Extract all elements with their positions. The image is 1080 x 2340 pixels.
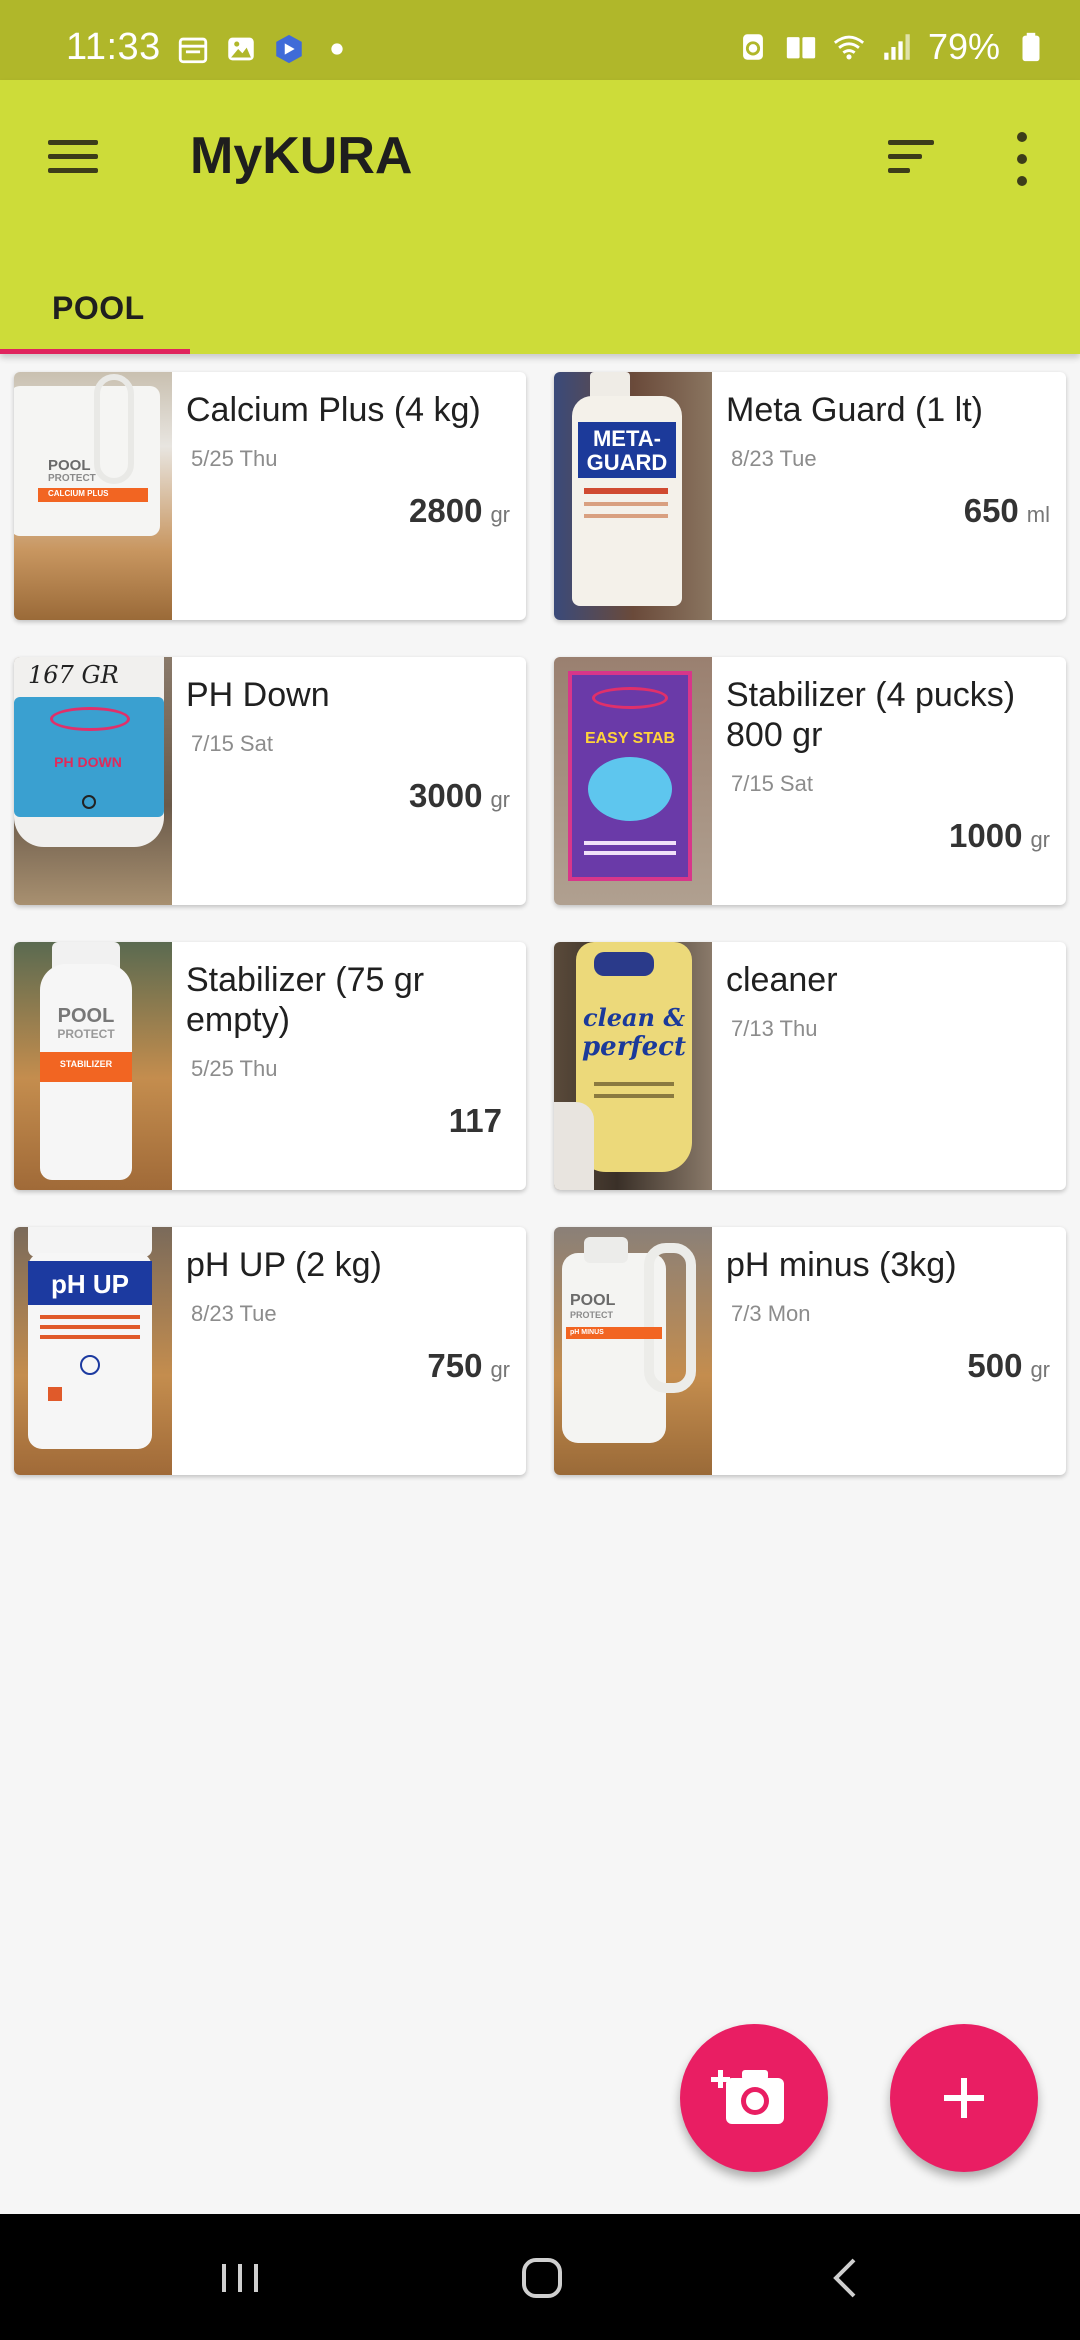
item-name: Stabilizer (4 pucks) 800 gr [726,676,1016,754]
item-name: pH minus (3kg) [726,1246,957,1284]
img-label: clean & [582,1003,686,1032]
item-amount: 2800 gr [409,492,510,530]
item-date: 7/13 Thu [731,1016,818,1041]
product-image-ph-down: 167 GR PH DOWN [14,657,172,905]
more-vert-icon[interactable] [1006,128,1038,192]
status-notification-icons [176,32,354,66]
img-label: EASY STAB [584,730,676,747]
amount-unit: gr [1030,827,1050,852]
status-bar: 11:33 79% [0,0,1080,80]
amount-value: 750 [427,1347,483,1384]
amount-value: 500 [967,1347,1023,1384]
amount-unit: ml [1026,502,1050,527]
img-label: META- [592,426,662,451]
item-name: Stabilizer (75 gr empty) [186,961,425,1039]
img-label: perfect [582,1032,686,1062]
item-date: 5/25 Thu [191,1056,278,1081]
app-title: MyKURA [190,127,413,185]
amount-value: 117 [448,1102,502,1139]
sort-icon[interactable] [880,128,940,188]
home-icon[interactable] [512,2248,572,2308]
img-label: PROTECT [48,473,96,484]
item-name: PH Down [186,676,330,714]
item-name: cleaner [726,961,838,999]
item-date: 7/15 Sat [731,771,813,796]
add-photo-button[interactable] [680,2024,828,2172]
img-label: POOL [57,1005,115,1027]
amount-unit: gr [490,1357,510,1382]
back-icon[interactable] [816,2248,876,2308]
product-image-meta-guard: META- GUARD [554,372,712,620]
img-label: 167 GR [28,661,119,689]
item-name: pH UP (2 kg) [186,1246,382,1284]
dot-icon [331,43,343,55]
tab-pool-label: POOL [52,290,145,326]
img-label: GUARD [586,450,668,475]
item-card-stabilizer-pucks[interactable]: EASY STAB Stabilizer (4 pucks) 800 gr 7/… [554,657,1066,905]
img-label: POOL [570,1292,616,1309]
product-image-stabilizer-75: POOL PROTECT STABILIZER [14,942,172,1190]
add-item-button[interactable] [890,2024,1038,2172]
img-label: PROTECT [57,1027,115,1041]
item-date: 8/23 Tue [191,1301,277,1326]
img-label: STABILIZER [59,1059,113,1069]
add-photo-icon [711,2070,784,2124]
item-card-cleaner[interactable]: clean & perfect cleaner 7/13 Thu [554,942,1066,1190]
item-card-ph-up[interactable]: pH UP pH UP (2 kg) 8/23 Tue 750 gr [14,1227,526,1475]
product-image-ph-up: pH UP [14,1227,172,1475]
item-name: Meta Guard (1 lt) [726,391,983,429]
battery-icon [1022,32,1040,62]
item-amount: 500 gr [967,1347,1050,1385]
item-card-ph-down[interactable]: 167 GR PH DOWN PH Down 7/15 Sat 3000 gr [14,657,526,905]
img-label: pH MINUS [570,1329,604,1336]
product-image-cleaner: clean & perfect [554,942,712,1190]
amount-value: 1000 [949,817,1023,854]
amount-value: 3000 [409,777,483,814]
item-amount: 750 gr [427,1347,510,1385]
app-notification-icon [276,34,302,64]
item-card-ph-minus[interactable]: POOL PROTECT pH MINUS pH minus (3kg) 7/3… [554,1227,1066,1475]
amount-unit: gr [490,502,510,527]
battery-percent: 79% [927,26,1000,67]
img-label: pH UP [51,1269,129,1299]
status-system-icons: 79% [736,26,1048,68]
item-date: 7/3 Mon [731,1301,811,1326]
book-icon [786,37,816,59]
img-label: CALCIUM PLUS [48,489,109,498]
recent-apps-icon[interactable] [210,2248,270,2308]
status-time: 11:33 [66,26,161,68]
item-amount: 1000 gr [949,817,1050,855]
amount-value: 2800 [409,492,483,529]
item-amount: 3000 gr [409,777,510,815]
item-card-meta-guard[interactable]: META- GUARD Meta Guard (1 lt) 8/23 Tue 6… [554,372,1066,620]
item-card-calcium-plus[interactable]: POOL PROTECT CALCIUM PLUS Calcium Plus (… [14,372,526,620]
item-amount: 117 [449,1102,510,1140]
signal-icon [884,34,910,60]
product-image-ph-minus: POOL PROTECT pH MINUS [554,1227,712,1475]
item-name: Calcium Plus (4 kg) [186,391,481,429]
product-image-calcium-plus: POOL PROTECT CALCIUM PLUS [14,372,172,620]
product-image-stabilizer-pucks: EASY STAB [554,657,712,905]
hamburger-menu-icon[interactable] [38,132,108,182]
item-date: 8/23 Tue [731,446,817,471]
item-date: 5/25 Thu [191,446,278,471]
item-amount: 650 ml [964,492,1050,530]
tab-pool[interactable]: POOL [0,270,190,354]
calendar-icon [178,37,208,64]
amount-unit: gr [1030,1357,1050,1382]
tab-indicator [0,349,190,354]
img-label: PROTECT [570,1310,614,1320]
img-label: PH DOWN [54,754,122,770]
app-bar: MyKURA POOL [0,80,1080,354]
wifi-icon [833,35,864,60]
system-nav-bar [0,2214,1080,2340]
img-label: POOL [48,457,91,474]
recycle-icon [743,34,763,60]
amount-unit: gr [490,787,510,812]
item-card-stabilizer-75[interactable]: POOL PROTECT STABILIZER Stabilizer (75 g… [14,942,526,1190]
item-date: 7/15 Sat [191,731,273,756]
gallery-icon [228,37,254,61]
amount-value: 650 [963,492,1019,529]
